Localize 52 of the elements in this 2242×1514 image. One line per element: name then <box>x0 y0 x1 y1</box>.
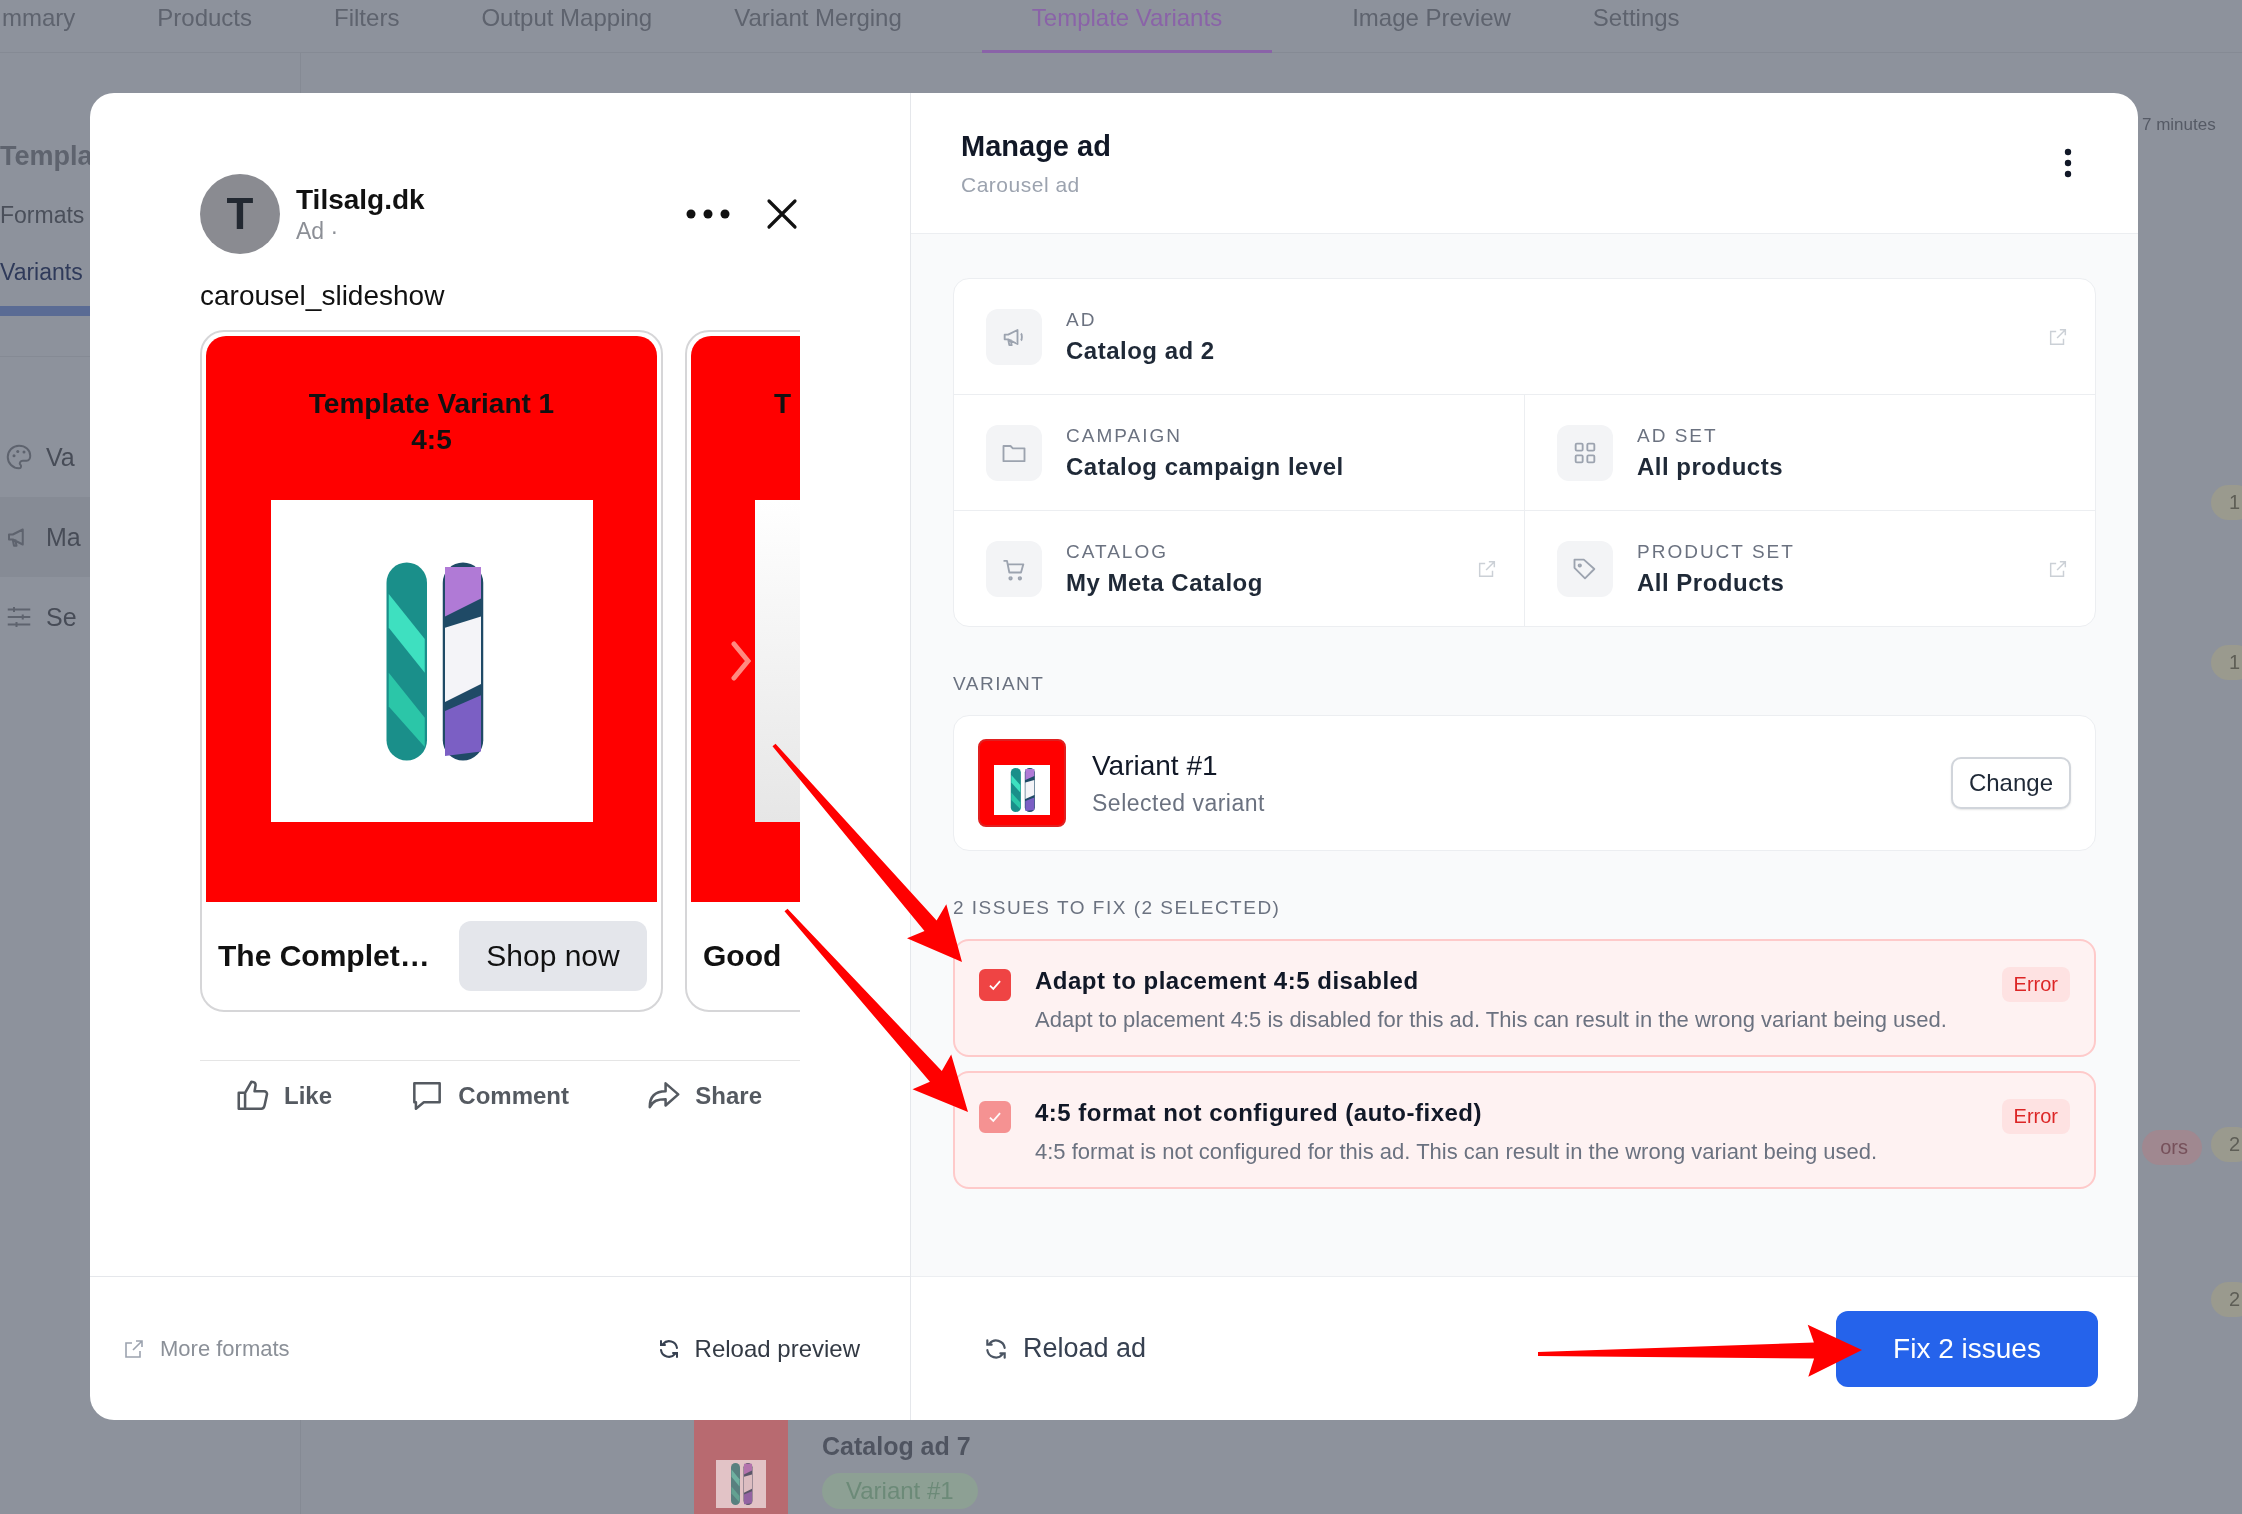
creative-headline: 4:5 <box>411 423 452 457</box>
sidebar-item[interactable]: Se <box>46 602 77 632</box>
field-value: Catalog campaign level <box>1066 452 1345 481</box>
creative-headline: Template Variant 1 <box>308 387 555 421</box>
product-title: Good <box>703 939 782 973</box>
issue-description: 4:5 format is not configured for this ad. This can result in the wrong variant being used. <box>1035 1139 1879 1165</box>
error-badge: Error <box>2001 967 2070 1002</box>
section-label: VARIANT <box>953 673 1046 695</box>
timestamp: 7 minutes <box>2141 115 2216 135</box>
count-badge: 1 <box>2210 645 2242 680</box>
sidebar-link[interactable]: Variants <box>0 259 83 286</box>
sidebar-item[interactable]: Ma <box>46 522 81 552</box>
action-link[interactable]: Comment <box>458 1082 569 1110</box>
creative-headline: T <box>773 387 791 421</box>
variant-note: Selected variant <box>1092 789 1266 817</box>
count-badge: 2 <box>2210 1282 2242 1317</box>
error-badge: Error <box>2001 1099 2070 1134</box>
field-label: CAMPAIGN <box>1066 424 1183 447</box>
fix-issues-button[interactable]: Fix 2 issues <box>1836 1310 2098 1387</box>
panel-title: Manage ad <box>961 129 1111 163</box>
field-value: All products <box>1637 452 1784 481</box>
caption: carousel_slideshow <box>200 280 446 312</box>
ad-label: Ad · <box>296 217 340 245</box>
more-formats-link[interactable]: More formats <box>160 1335 290 1362</box>
field-label: CATALOG <box>1066 540 1169 563</box>
ad-title: Catalog ad 7 <box>822 1432 972 1461</box>
field-value: All Products <box>1637 568 1786 597</box>
field-value: Catalog ad 2 <box>1066 336 1216 365</box>
issue-title: 4:5 format not configured (auto-fixed) <box>1035 1099 1483 1127</box>
field-label: PRODUCT SET <box>1637 540 1796 563</box>
product-title: The Complet… <box>218 939 430 973</box>
field-label: AD SET <box>1637 424 1719 447</box>
reload-preview-button[interactable]: Reload preview <box>694 1334 860 1363</box>
variant-name: Variant #1 <box>1092 749 1219 782</box>
issue-description: Adapt to placement 4:5 is disabled for this ad. This can result in the wrong variant being used. <box>1035 1007 1948 1033</box>
panel-subtitle: Carousel ad <box>961 172 1081 197</box>
count-badge: 1 <box>2210 485 2242 520</box>
page-name: Tilsalg.dk <box>296 183 426 216</box>
action-link[interactable]: Like <box>284 1082 333 1110</box>
sidebar-link[interactable]: Formats <box>0 202 85 229</box>
sidebar-item[interactable]: Va <box>46 442 75 472</box>
count-badge: ors <box>2142 1130 2202 1165</box>
field-label: AD <box>1066 308 1098 331</box>
section-label: 2 ISSUES TO FIX (2 SELECTED) <box>953 897 1282 919</box>
issue-title: Adapt to placement 4:5 disabled <box>1035 967 1420 995</box>
count-badge: 2 <box>2210 1127 2242 1162</box>
reload-ad-button[interactable]: Reload ad <box>1023 1333 1147 1364</box>
shop-now-button[interactable]: Shop now <box>459 921 647 991</box>
avatar: T <box>200 174 280 254</box>
action-link[interactable]: Share <box>695 1082 762 1110</box>
change-button[interactable]: Change <box>1950 757 2071 809</box>
field-value: My Meta Catalog <box>1066 568 1264 597</box>
